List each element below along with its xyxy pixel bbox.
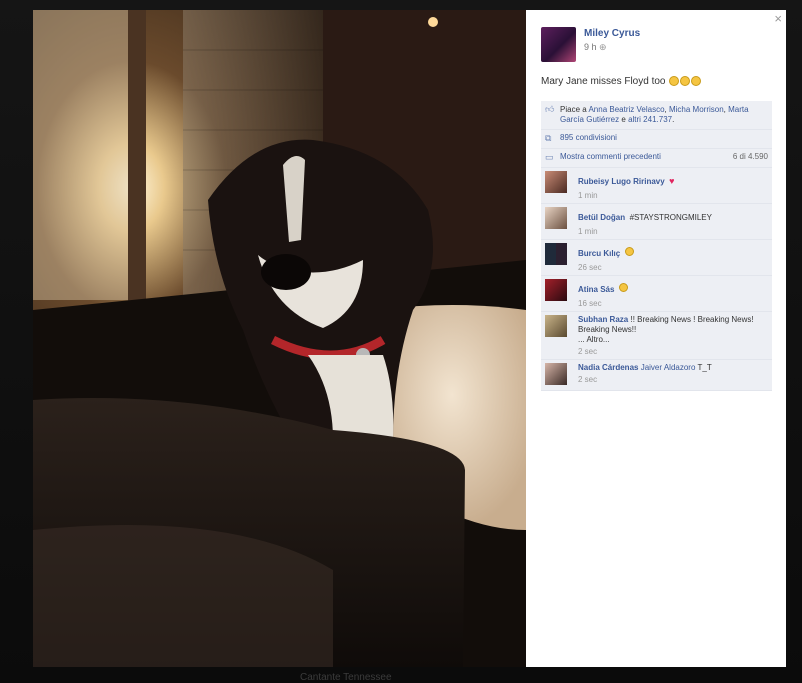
comment-text: T_T xyxy=(697,363,712,372)
likes-summary: 👍︎ Piace a Anna Beatriz Velasco, Micha M… xyxy=(541,101,772,130)
see-more-link[interactable]: ... Altro... xyxy=(578,335,768,345)
backdrop-footer-text: Cantante Tennessee xyxy=(300,672,392,683)
post-timestamp: 9 h ⊕ xyxy=(584,42,607,53)
shares-link[interactable]: 895 condivisioni xyxy=(560,133,617,142)
dog-photo[interactable] xyxy=(33,10,526,667)
close-icon[interactable]: × xyxy=(774,11,782,26)
post-time-text[interactable]: 9 h xyxy=(584,42,597,52)
likes-separator: , xyxy=(664,105,667,114)
heart-emoji-icon: ♥ xyxy=(669,176,675,186)
commenter-name-link[interactable]: Nadia Cárdenas xyxy=(578,363,638,372)
share-icon: ⧉ xyxy=(545,133,552,143)
commenter-avatar[interactable] xyxy=(545,363,567,385)
dog-photo-image xyxy=(33,10,526,667)
liker-link[interactable]: Anna Beatriz Velasco xyxy=(588,105,664,114)
commenter-name-link[interactable]: Burcu Kılıç xyxy=(578,249,620,258)
thumbs-up-icon: 👍︎ xyxy=(545,104,555,114)
post-message-text: Mary Jane misses Floyd too xyxy=(541,76,666,87)
commenter-name-link[interactable]: Rubeisy Lugo Ririnavy xyxy=(578,177,665,186)
crying-emoji-icon xyxy=(691,76,702,87)
commenter-avatar[interactable] xyxy=(545,315,567,337)
commenter-avatar[interactable] xyxy=(545,243,567,265)
likes-and: e xyxy=(621,115,626,124)
comment-item: Atina Sás 16 sec xyxy=(541,276,772,312)
author-name-link[interactable]: Miley Cyrus xyxy=(584,28,640,39)
comment-item: Nadia Cárdenas Jaiver Aldazoro T_T 2 sec xyxy=(541,360,772,391)
shares-row: ⧉ 895 condivisioni xyxy=(541,130,772,149)
comments-count: 6 di 4.590 xyxy=(732,152,768,161)
likes-prefix: Piace a xyxy=(560,105,587,114)
liker-link[interactable]: Micha Morrison xyxy=(669,105,724,114)
comment-item: Burcu Kılıç 26 sec xyxy=(541,240,772,276)
likes-separator: , xyxy=(723,105,726,114)
post-panel: × Miley Cyrus 9 h ⊕ Mary Jane misses Flo… xyxy=(526,10,786,667)
comment-time[interactable]: 1 min xyxy=(578,227,768,236)
commenter-avatar[interactable] xyxy=(545,207,567,229)
photo-lightbox: × Miley Cyrus 9 h ⊕ Mary Jane misses Flo… xyxy=(33,10,786,667)
comment-time[interactable]: 2 sec xyxy=(578,375,768,384)
smile-emoji-icon xyxy=(618,283,628,293)
comment-item: Subhan Raza !! Breaking News ! Breaking … xyxy=(541,312,772,360)
tagged-user-link[interactable]: Jaiver Aldazoro xyxy=(641,363,696,372)
feedback-section: 👍︎ Piace a Anna Beatriz Velasco, Micha M… xyxy=(541,101,772,391)
commenter-name-link[interactable]: Subhan Raza xyxy=(578,315,628,324)
commenter-name-link[interactable]: Atina Sás xyxy=(578,285,614,294)
likes-end: . xyxy=(672,115,675,124)
comment-time[interactable]: 1 min xyxy=(578,191,768,200)
crying-emoji-icon xyxy=(669,76,680,87)
commenter-avatar[interactable] xyxy=(545,171,567,193)
commenter-name-link[interactable]: Betül Doğan xyxy=(578,213,625,222)
post-message: Mary Jane misses Floyd too xyxy=(541,76,702,87)
comment-time[interactable]: 16 sec xyxy=(578,299,768,308)
smile-emoji-icon xyxy=(624,247,634,257)
comment-item: Rubeisy Lugo Ririnavy ♥ 1 min xyxy=(541,168,772,204)
likes-others-link[interactable]: altri 241.737 xyxy=(628,115,672,124)
previous-comments-link[interactable]: Mostra commenti precedenti xyxy=(560,152,661,161)
previous-comments-row: ▭ Mostra commenti precedenti 6 di 4.590 xyxy=(541,149,772,168)
commenter-avatar[interactable] xyxy=(545,279,567,301)
hashtag-link[interactable]: #STAYSTRONGMILEY xyxy=(630,213,712,222)
comment-bubble-icon: ▭ xyxy=(545,152,554,162)
crying-emoji-icon xyxy=(680,76,691,87)
globe-icon: ⊕ xyxy=(599,42,607,52)
comment-item: Betül Doğan #STAYSTRONGMILEY 1 min xyxy=(541,204,772,240)
comment-time[interactable]: 2 sec xyxy=(578,347,768,356)
author-avatar[interactable] xyxy=(541,27,576,62)
comment-time[interactable]: 26 sec xyxy=(578,263,768,272)
